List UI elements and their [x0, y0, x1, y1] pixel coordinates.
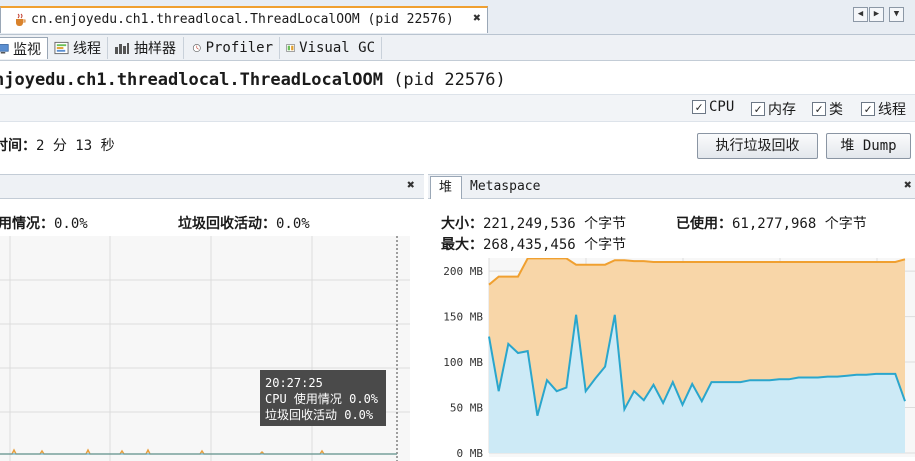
heap-used-label: 已使用：	[676, 216, 732, 232]
heap-max-label: 最大：	[441, 237, 483, 253]
uptime: 时间：2 分 13 秒	[0, 135, 115, 155]
cpu-usage: 用情况：0.0%	[0, 213, 88, 233]
tab-sampler-label: 抽样器	[134, 41, 176, 57]
cpu-usage-value: 0.0%	[54, 216, 88, 232]
tab-sampler[interactable]: 抽样器	[110, 37, 184, 59]
page-title-main: njoyedu.ch1.threadlocal.ThreadLocalOOM	[0, 70, 383, 90]
gc-activity-label: 垃圾回收活动：	[178, 216, 276, 232]
y-tick-label: 100 MB	[443, 356, 483, 369]
tooltip-cpu: CPU 使用情况 0.0%	[265, 392, 379, 406]
cpu-usage-label: 用情况：	[0, 216, 54, 232]
memory-checkbox-label: 内存	[768, 102, 796, 118]
y-tick-label: 0 MB	[457, 447, 484, 460]
memory-checkbox[interactable]: ✓ 内存	[751, 99, 796, 119]
tab-threads[interactable]: 线程	[50, 37, 108, 59]
close-icon[interactable]: ✖	[904, 178, 912, 193]
classes-checkbox-label: 类	[829, 102, 843, 118]
heap-used-value: 61,277,968 个字节	[732, 216, 867, 232]
y-tick-label: 50 MB	[450, 402, 483, 415]
uptime-label: 时间：	[0, 138, 36, 154]
tooltip-gc: 垃圾回收活动 0.0%	[265, 408, 374, 422]
tab-monitor-label: 监视	[13, 41, 41, 58]
threads-checkbox[interactable]: ✓ 线程	[861, 99, 906, 119]
classes-checkbox[interactable]: ✓ 类	[812, 99, 843, 119]
tab-heap[interactable]: 堆	[430, 176, 462, 199]
view-tab-bar: 监视 线程 抽样器 Profiler Visual GC	[0, 35, 915, 61]
tab-metaspace[interactable]: Metaspace	[462, 176, 548, 199]
document-tab-title: cn.enjoyedu.ch1.threadlocal.ThreadLocalO…	[31, 12, 454, 27]
tab-profiler[interactable]: Profiler	[188, 37, 280, 59]
gc-activity-value: 0.0%	[276, 216, 310, 232]
tab-profiler-label: Profiler	[205, 40, 273, 56]
cpu-checkbox-label: CPU	[709, 99, 735, 115]
perform-gc-button[interactable]: 执行垃圾回收	[697, 133, 818, 159]
uptime-value: 2 分 13 秒	[36, 138, 115, 154]
page-title: njoyedu.ch1.threadlocal.ThreadLocalOOM (…	[0, 70, 506, 90]
threads-icon	[54, 41, 69, 55]
threads-checkbox-label: 线程	[878, 102, 906, 118]
page-title-pid: (pid 22576)	[393, 70, 506, 90]
y-tick-label: 150 MB	[443, 311, 483, 324]
java-cup-icon	[16, 13, 26, 26]
tab-list-button[interactable]: ▼	[889, 7, 904, 22]
scroll-right-button[interactable]: ▶	[869, 7, 884, 22]
cpu-chart	[0, 236, 410, 461]
heap-chart: 0 MB 50 MB 100 MB 150 MB 200 MB	[443, 258, 915, 460]
y-tick-label: 200 MB	[443, 265, 483, 278]
tab-visual-gc[interactable]: Visual GC	[282, 37, 382, 59]
document-tab-bar: cn.enjoyedu.ch1.threadlocal.ThreadLocalO…	[0, 0, 915, 35]
visual-gc-icon	[286, 44, 295, 52]
monitor-icon	[0, 43, 9, 53]
tab-visual-gc-label: Visual GC	[299, 40, 375, 56]
heap-dump-button[interactable]: 堆 Dump	[826, 133, 911, 159]
check-icon: ✓	[812, 102, 826, 116]
check-icon: ✓	[692, 100, 706, 114]
heap-size-value: 221,249,536 个字节	[483, 216, 627, 232]
heap-panel-header: 堆 Metaspace ✖	[428, 174, 915, 199]
tab-monitor[interactable]: 监视	[0, 37, 48, 59]
chart-tooltip: 20:27:25 CPU 使用情况 0.0% 垃圾回收活动 0.0%	[260, 370, 386, 426]
tooltip-time: 20:27:25	[265, 376, 323, 390]
cpu-checkbox[interactable]: ✓ CPU	[692, 99, 734, 115]
scroll-left-button[interactable]: ◀	[853, 7, 868, 22]
heap-max: 最大：268,435,456 个字节	[441, 234, 626, 254]
close-icon[interactable]: ✖	[473, 11, 481, 26]
heap-max-value: 268,435,456 个字节	[483, 237, 627, 253]
profiler-icon	[192, 44, 201, 52]
tab-threads-label: 线程	[73, 41, 101, 57]
heap-used: 已使用：61,277,968 个字节	[676, 213, 867, 233]
close-icon[interactable]: ✖	[407, 178, 415, 193]
heap-size: 大小：221,249,536 个字节	[441, 213, 626, 233]
document-tab[interactable]: cn.enjoyedu.ch1.threadlocal.ThreadLocalO…	[0, 6, 488, 33]
check-icon: ✓	[861, 102, 875, 116]
check-icon: ✓	[751, 102, 765, 116]
options-bar: ✓ CPU ✓ 内存 ✓ 类 ✓ 线程	[0, 94, 915, 122]
sampler-icon	[115, 43, 129, 54]
gc-activity: 垃圾回收活动：0.0%	[178, 213, 310, 233]
cpu-panel-header: ✖	[0, 174, 424, 199]
heap-size-label: 大小：	[441, 216, 483, 232]
